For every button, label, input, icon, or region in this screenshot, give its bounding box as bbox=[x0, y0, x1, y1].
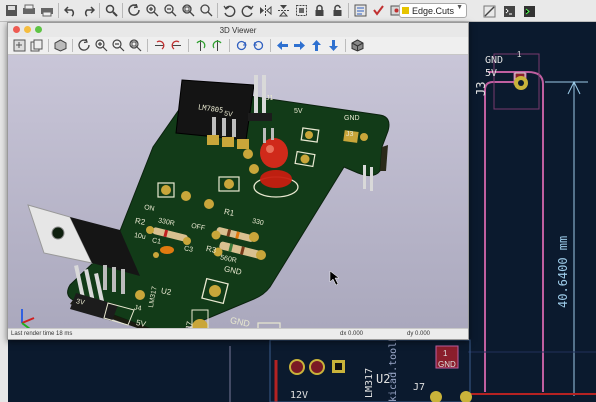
minimize-window-button[interactable] bbox=[24, 26, 31, 33]
zoom-selection-icon[interactable] bbox=[198, 3, 214, 19]
maximize-window-button[interactable] bbox=[35, 26, 42, 33]
rotate-ccw-icon[interactable] bbox=[221, 3, 237, 19]
silk-c3: C3 bbox=[183, 245, 194, 254]
silk-r1: R1 bbox=[223, 207, 236, 218]
layer-select-value: Edge.Cuts bbox=[412, 5, 455, 16]
group-icon[interactable] bbox=[293, 3, 309, 19]
terminal-icon[interactable] bbox=[521, 3, 537, 19]
close-window-button[interactable] bbox=[13, 26, 20, 33]
toolbar-separator bbox=[48, 39, 49, 52]
chevron-down-icon: ▼ bbox=[456, 4, 463, 11]
move-up-icon[interactable] bbox=[309, 38, 324, 53]
drc-icon[interactable] bbox=[370, 3, 386, 19]
zoom-fit-icon[interactable] bbox=[128, 38, 143, 53]
silk-5v: 5V bbox=[294, 108, 303, 115]
3d-viewer-title: 3D Viewer bbox=[219, 25, 257, 35]
silk-u2: U2 bbox=[160, 286, 172, 297]
status-dx: dx 0.000 bbox=[340, 331, 364, 337]
status-render-time: Last render time 18 ms bbox=[11, 331, 73, 337]
save-icon[interactable] bbox=[3, 3, 19, 19]
move-left-icon[interactable] bbox=[275, 38, 290, 53]
board-3d-settings-icon[interactable] bbox=[53, 38, 68, 53]
toolbar-separator bbox=[99, 3, 100, 18]
pcb-label-gnd: GND bbox=[485, 55, 504, 66]
pcb-pad-number: 1 bbox=[517, 50, 522, 59]
3d-render-viewport[interactable]: LM7805 5V J1 5V GND J3 ON R2 330R OFF R1… bbox=[8, 55, 468, 329]
silk-j3: J3 bbox=[346, 131, 354, 138]
refresh-icon[interactable] bbox=[126, 3, 142, 19]
3d-viewer-toolbar bbox=[8, 37, 468, 55]
redraw-icon[interactable] bbox=[77, 38, 92, 53]
pcb-dimension-text: 40.6400 mm bbox=[556, 235, 570, 308]
copy-image-icon[interactable] bbox=[29, 38, 44, 53]
find-icon[interactable] bbox=[103, 3, 119, 19]
toolbar-separator bbox=[188, 39, 189, 52]
zoom-fit-icon[interactable] bbox=[180, 3, 196, 19]
rotate-x-cw-icon[interactable] bbox=[152, 38, 167, 53]
3d-board-render bbox=[21, 75, 390, 329]
move-right-icon[interactable] bbox=[292, 38, 307, 53]
reload-board-icon[interactable] bbox=[12, 38, 27, 53]
mirror-icon[interactable] bbox=[275, 3, 291, 19]
toolbar-separator bbox=[72, 39, 73, 52]
window-controls bbox=[13, 26, 46, 33]
toolbar-separator bbox=[122, 3, 123, 18]
pcb-pad-label-1: 1 bbox=[443, 349, 448, 358]
redo-icon[interactable] bbox=[80, 3, 96, 19]
layer-select[interactable]: Edge.Cuts ▼ bbox=[399, 3, 467, 18]
rotate-x-ccw-icon[interactable] bbox=[169, 38, 184, 53]
ortho-view-icon[interactable] bbox=[350, 38, 365, 53]
toolbar-separator bbox=[217, 3, 218, 18]
3d-viewer-window: 3D Viewer LM7805 5V J1 5V GND J3 ON R2 3… bbox=[7, 22, 469, 340]
silk-gnd-top: GND bbox=[344, 115, 360, 122]
toolbar-separator bbox=[348, 3, 349, 18]
toolbar-separator bbox=[58, 3, 59, 18]
pcbnew-app: Edge.Cuts ▼ GND 5V 1 J3 40.6400 mm LM317… bbox=[0, 0, 596, 402]
toolbar-separator bbox=[229, 39, 230, 52]
silk-j1: J1 bbox=[266, 95, 274, 102]
zoom-out-icon[interactable] bbox=[111, 38, 126, 53]
silk-c1: C1 bbox=[151, 237, 162, 246]
toolbar-separator bbox=[270, 39, 271, 52]
silk-3v: 3V bbox=[75, 298, 86, 307]
pcb-ref-lm317: LM317 bbox=[364, 367, 375, 398]
layer-pair-icon[interactable] bbox=[481, 3, 497, 19]
lock-icon[interactable] bbox=[311, 3, 327, 19]
pcb-label-5v: 5V bbox=[485, 68, 498, 79]
silk-r3: R3 bbox=[205, 244, 218, 255]
pcb-pad-label-gnd: GND bbox=[438, 360, 456, 369]
rotate-cw-icon[interactable] bbox=[239, 3, 255, 19]
rotate-z-cw-icon[interactable] bbox=[234, 38, 249, 53]
main-toolbar: Edge.Cuts ▼ bbox=[0, 0, 596, 22]
status-dy: dy 0.000 bbox=[407, 331, 431, 337]
pcb-text-12v: 12V bbox=[290, 390, 309, 401]
pcb-ref-j7: J7 bbox=[413, 382, 426, 393]
3d-viewer-titlebar[interactable]: 3D Viewer bbox=[8, 23, 468, 37]
pcb-ref-j3: J3 bbox=[474, 81, 488, 96]
rotate-y-ccw-icon[interactable] bbox=[210, 38, 225, 53]
netlist-icon[interactable] bbox=[352, 3, 368, 19]
plot-icon[interactable] bbox=[39, 3, 55, 19]
move-down-icon[interactable] bbox=[326, 38, 341, 53]
silk-j4: J4 bbox=[133, 304, 142, 313]
flip-icon[interactable] bbox=[257, 3, 273, 19]
zoom-out-icon[interactable] bbox=[162, 3, 178, 19]
zoom-in-icon[interactable] bbox=[144, 3, 160, 19]
unlock-icon[interactable] bbox=[329, 3, 345, 19]
zoom-in-icon[interactable] bbox=[94, 38, 109, 53]
undo-icon[interactable] bbox=[62, 3, 78, 19]
layer-color-swatch bbox=[402, 7, 409, 14]
toolbar-separator bbox=[345, 39, 346, 52]
silk-5v-top: 5V bbox=[223, 110, 234, 119]
3d-viewer-statusbar: Last render time 18 ms dx 0.000 dy 0.000 bbox=[8, 328, 468, 339]
silk-r2: R2 bbox=[134, 216, 146, 227]
rotate-z-ccw-icon[interactable] bbox=[251, 38, 266, 53]
rotate-y-cw-icon[interactable] bbox=[193, 38, 208, 53]
print-icon[interactable] bbox=[21, 3, 37, 19]
toolbar-separator bbox=[147, 39, 148, 52]
scripting-console-icon[interactable] bbox=[501, 3, 517, 19]
